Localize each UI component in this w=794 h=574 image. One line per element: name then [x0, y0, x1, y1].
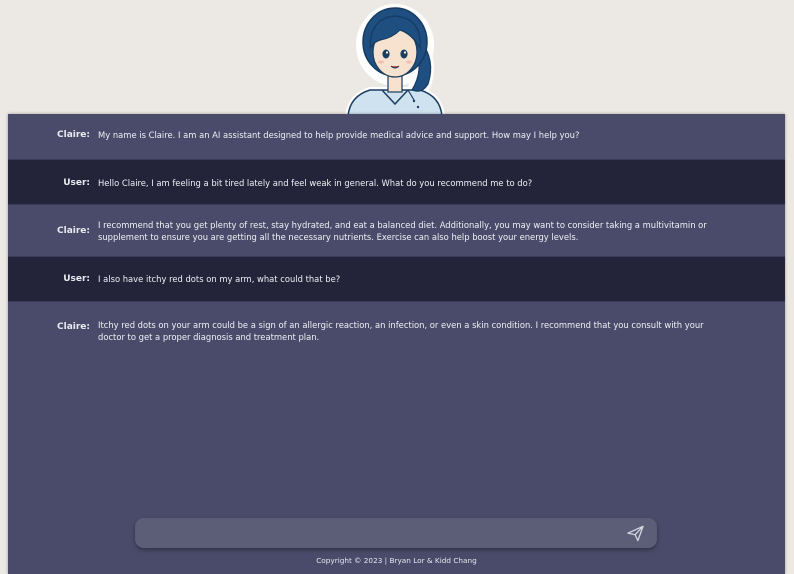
send-button[interactable]	[626, 524, 645, 543]
nurse-avatar-icon	[340, 0, 450, 119]
message-text: Itchy red dots on your arm could be a si…	[98, 320, 704, 342]
speaker-label: User:	[63, 274, 90, 284]
message-row-user: User: Hello Claire, I am feeling a bit t…	[8, 160, 785, 205]
message-row-assistant: Claire: My name is Claire. I am an AI as…	[8, 114, 785, 160]
message-input-bar	[135, 518, 657, 548]
speaker-label: User:	[63, 178, 90, 188]
message-text: Hello Claire, I am feeling a bit tired l…	[98, 178, 533, 188]
speaker-label: Claire:	[57, 130, 90, 140]
message-text: I also have itchy red dots on my arm, wh…	[98, 274, 341, 284]
message-text: I recommend that you get plenty of rest,…	[98, 220, 707, 242]
speaker-label: Claire:	[57, 322, 90, 332]
speaker-label: Claire:	[57, 226, 90, 236]
message-input[interactable]	[147, 523, 621, 545]
send-icon	[627, 525, 644, 542]
message-row-assistant: Claire: Itchy red dots on your arm could…	[8, 302, 785, 362]
message-text: My name is Claire. I am an AI assistant …	[98, 130, 580, 140]
footer-copyright: Copyright © 2023 | Bryan Lor & Kidd Chan…	[316, 556, 477, 565]
chat-page: Claire: My name is Claire. I am an AI as…	[0, 0, 794, 574]
message-row-user: User: I also have itchy red dots on my a…	[8, 257, 785, 302]
chat-panel: Claire: My name is Claire. I am an AI as…	[8, 114, 785, 574]
message-row-assistant: Claire: I recommend that you get plenty …	[8, 205, 785, 257]
